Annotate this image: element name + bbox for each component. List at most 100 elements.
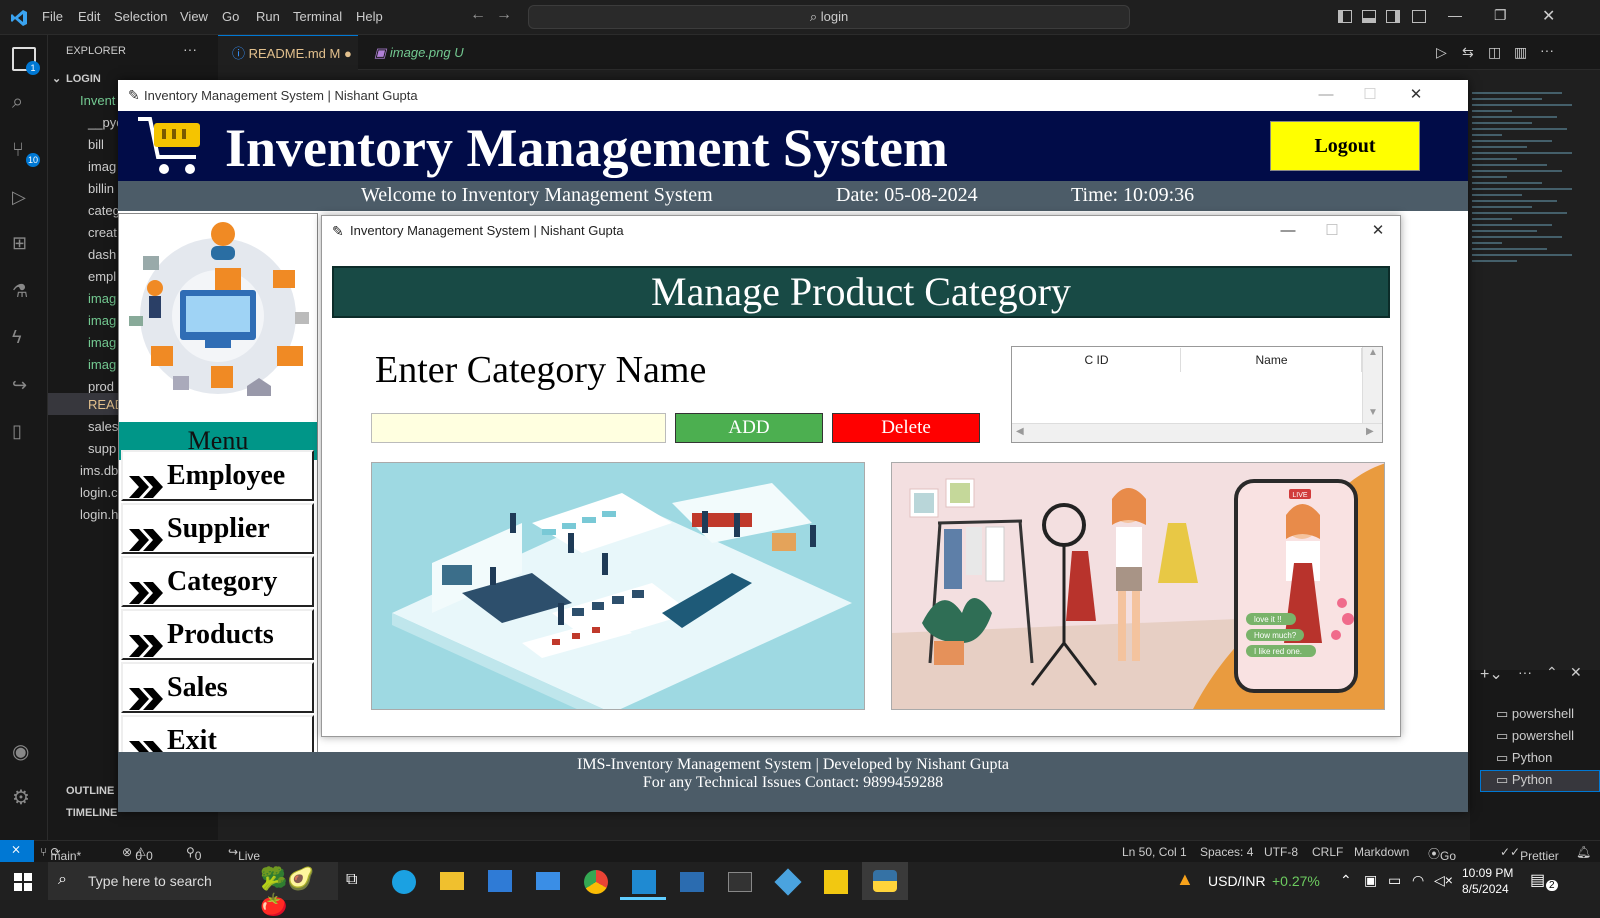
encoding[interactable]: UTF-8 — [1264, 845, 1298, 859]
tree-file-login-css[interactable]: login.c — [80, 485, 118, 500]
more-actions-icon[interactable]: ··· — [1518, 664, 1532, 680]
more-actions-icon[interactable]: ··· — [183, 41, 197, 57]
maximize-icon[interactable]: ☐ — [1348, 80, 1392, 110]
python-app-active[interactable] — [862, 862, 908, 900]
chevron-down-icon[interactable]: ⌄ — [52, 72, 61, 85]
back-arrow-icon[interactable]: ← — [470, 6, 486, 24]
menu-sales-button[interactable]: Sales — [121, 662, 314, 713]
taskbar-search-box[interactable]: ⌕ Type here to search 🥦🥑🍅 — [48, 862, 338, 917]
minimize-icon[interactable]: — — [1266, 216, 1310, 246]
lightning-icon[interactable]: ϟ — [12, 327, 36, 351]
extensions-icon[interactable]: ⊞ — [12, 233, 36, 257]
timeline-section[interactable]: TIMELINE — [66, 807, 117, 819]
tree-file-category[interactable]: categ — [88, 203, 120, 218]
menu-employee-button[interactable]: Employee — [121, 450, 314, 501]
column-header-cid[interactable]: C ID — [1013, 348, 1181, 372]
tray-app-icon[interactable]: ▣ — [1364, 872, 1377, 889]
column-header-name[interactable]: Name — [1182, 348, 1362, 372]
prettier-status[interactable]: ✓✓ Prettier — [1500, 845, 1559, 863]
indentation[interactable]: Spaces: 4 — [1200, 845, 1253, 859]
minimize-icon[interactable]: — — [1304, 80, 1348, 110]
line-ending[interactable]: CRLF — [1312, 845, 1343, 859]
menu-products-button[interactable]: Products — [121, 609, 314, 660]
tree-file-employee[interactable]: empl — [88, 269, 116, 284]
task-view-icon[interactable]: ⧉ — [346, 871, 357, 889]
tree-file-ims-db[interactable]: ims.db — [80, 463, 118, 478]
tree-folder-bill[interactable]: bill — [88, 137, 104, 152]
notification-icon[interactable]: ▤ — [1530, 870, 1545, 890]
menu-help[interactable]: Help — [356, 9, 383, 24]
live-share-icon[interactable]: ↪ — [12, 375, 36, 399]
outline-section[interactable]: OUTLINE — [66, 785, 114, 797]
edge-icon[interactable] — [392, 870, 416, 894]
file-explorer-icon[interactable] — [440, 872, 464, 890]
category-table[interactable]: C ID Name ▲ ▼ ◀ ▶ — [1011, 346, 1383, 443]
tree-file-billing[interactable]: billin — [88, 181, 114, 196]
menu-go[interactable]: Go — [222, 9, 239, 24]
tree-file-image[interactable]: imag — [88, 313, 116, 328]
scroll-left-icon[interactable]: ◀ — [1016, 426, 1024, 437]
menu-supplier-button[interactable]: Supplier — [121, 503, 314, 554]
device-icon[interactable]: ▯ — [12, 421, 36, 445]
minimize-icon[interactable]: — — [1448, 7, 1462, 23]
tree-file-image[interactable]: imag — [88, 357, 116, 372]
tree-file-image[interactable]: imag — [88, 291, 116, 306]
remote-indicator[interactable]: ⨯ — [0, 840, 34, 862]
media-icon[interactable] — [680, 872, 704, 892]
close-panel-icon[interactable]: ✕ — [1570, 664, 1582, 681]
terminal-item[interactable]: ▭ powershell — [1496, 728, 1574, 744]
menu-run[interactable]: Run — [256, 9, 280, 24]
close-icon[interactable]: ✕ — [1356, 216, 1400, 246]
vertical-scrollbar[interactable]: ▲ ▼ — [1362, 347, 1382, 423]
scroll-up-icon[interactable]: ▲ — [1368, 347, 1378, 358]
horizontal-scrollbar[interactable]: ◀ ▶ — [1012, 423, 1382, 442]
mail-icon[interactable] — [536, 872, 560, 890]
menu-terminal[interactable]: Terminal — [293, 9, 342, 24]
dirty-dot-icon[interactable]: ● — [344, 46, 352, 61]
tree-file-login-html[interactable]: login.h — [80, 507, 118, 522]
toggle-sidebar-icon[interactable] — [1338, 10, 1352, 23]
ticker-label[interactable]: USD/INR — [1208, 873, 1266, 889]
go-live-status[interactable]: ⦿ Go Live — [1428, 845, 1462, 877]
tree-file-dashboard[interactable]: dash — [88, 247, 116, 262]
clock-time[interactable]: 10:09 PM — [1462, 866, 1513, 880]
chrome-icon[interactable] — [584, 870, 608, 894]
category-name-input[interactable] — [371, 413, 666, 443]
branch-status[interactable]: ⑂ main* ⟳ — [40, 845, 81, 863]
account-icon[interactable]: ◉ — [12, 739, 36, 763]
scroll-right-icon[interactable]: ▶ — [1366, 426, 1374, 437]
tree-file-supplier[interactable]: supp — [88, 441, 116, 456]
tree-file-image[interactable]: imag — [88, 335, 116, 350]
command-center-search[interactable]: ⌕ login — [528, 5, 1130, 29]
customize-layout-icon[interactable] — [1412, 10, 1426, 23]
terminal-item[interactable]: ▭ powershell — [1496, 706, 1574, 722]
wifi-icon[interactable]: ◠ — [1412, 872, 1424, 889]
vscode-taskbar-icon[interactable] — [632, 870, 656, 894]
cursor-position[interactable]: Ln 50, Col 1 — [1122, 845, 1187, 859]
tree-file-sales[interactable]: sales — [88, 419, 118, 434]
live-share-status[interactable]: ↪ Live Share — [228, 845, 270, 877]
preview-icon[interactable]: ◫ — [1488, 44, 1501, 61]
powerbi-icon[interactable] — [824, 870, 848, 894]
clock-date[interactable]: 8/5/2024 — [1462, 882, 1509, 896]
testing-icon[interactable]: ⚗ — [12, 281, 36, 305]
menu-category-button[interactable]: Category — [121, 556, 314, 607]
tree-folder-inventory[interactable]: Invent — [80, 93, 115, 108]
logout-button[interactable]: Logout — [1270, 121, 1420, 171]
scroll-down-icon[interactable]: ▼ — [1368, 407, 1378, 418]
tray-chevron-icon[interactable]: ⌃ — [1340, 872, 1352, 889]
tree-folder-images[interactable]: imag — [88, 159, 116, 174]
add-button[interactable]: ADD — [675, 413, 823, 443]
toggle-panel-icon[interactable] — [1362, 10, 1376, 23]
terminal-item[interactable]: ▭ Python — [1496, 772, 1552, 788]
windows-start-icon[interactable] — [14, 873, 32, 891]
restore-icon[interactable]: ❐ — [1494, 7, 1507, 24]
minimap[interactable] — [1470, 90, 1590, 280]
battery-icon[interactable]: ▭ — [1388, 872, 1401, 889]
store-icon[interactable] — [488, 870, 512, 892]
tab-image[interactable]: ▣ image.png U — [360, 35, 480, 70]
bell-icon[interactable]: 🔔︎ — [1576, 845, 1591, 859]
tab-readme[interactable]: ⓘ README.md M ● — [218, 35, 358, 70]
split-editor-icon[interactable]: ▥ — [1514, 44, 1527, 61]
close-icon[interactable]: ✕ — [1394, 80, 1438, 110]
